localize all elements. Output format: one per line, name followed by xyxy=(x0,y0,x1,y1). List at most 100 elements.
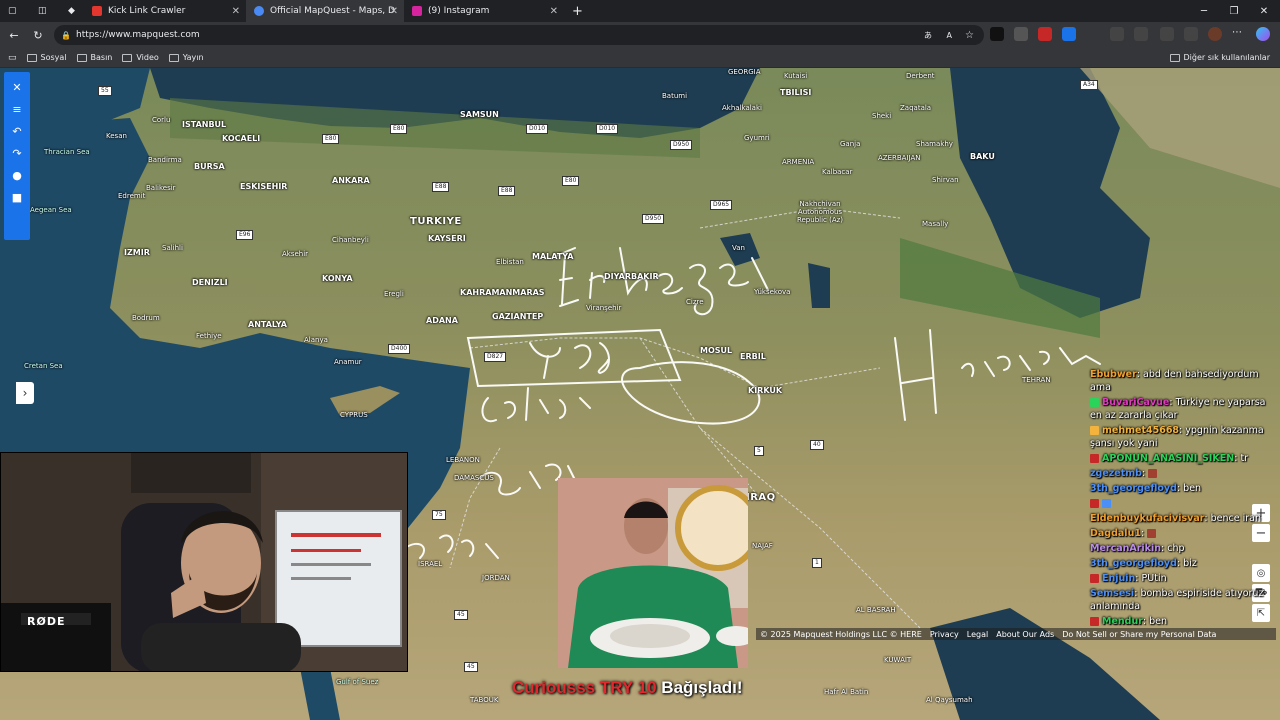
menu-icon[interactable]: ≡ xyxy=(8,98,26,120)
other-favorites[interactable]: Diğer sık kullanılanlar xyxy=(1169,53,1270,62)
city-label: Nakhchivan Autonomous Republic (Az) xyxy=(796,200,844,224)
country-label: GEORGIA xyxy=(728,68,761,76)
microphone-brand-logo: RØDE xyxy=(27,615,66,628)
privacy-link[interactable]: Privacy xyxy=(930,630,959,639)
city-label: Yüksekova xyxy=(754,288,791,296)
route-shield: 40 xyxy=(810,440,824,450)
back-icon[interactable]: ← xyxy=(2,23,26,47)
route-shield: 55 xyxy=(98,86,112,96)
translate-icon[interactable]: あ xyxy=(924,30,932,41)
redo-icon[interactable]: ↷ xyxy=(8,142,26,164)
bookmark-sosyal[interactable]: Sosyal xyxy=(26,53,67,62)
tab-actions-icon[interactable]: ◫ xyxy=(30,0,60,22)
close-tab-icon[interactable]: ✕ xyxy=(390,6,398,17)
chat-overlay: Ebubwer: abd den bahsediyordum ama Buvar… xyxy=(1090,368,1276,718)
refresh-icon[interactable]: ↻ xyxy=(26,23,50,47)
city-label: Salihli xyxy=(162,244,183,252)
city-label: TBILISI xyxy=(780,88,812,97)
close-tab-icon[interactable]: ✕ xyxy=(232,6,240,17)
address-bar: ← ↻ 🔒 https://www.mapquest.com ☆ A あ ⋯ xyxy=(0,22,1280,48)
close-window-button[interactable]: ✕ xyxy=(1248,0,1280,22)
city-label: Balikesir xyxy=(146,184,176,192)
copilot-icon[interactable] xyxy=(1256,27,1270,41)
city-label: SAMSUN xyxy=(460,110,499,119)
close-tab-icon[interactable]: ✕ xyxy=(550,6,558,17)
city-label: Derbent xyxy=(906,72,935,80)
country-label: AZERBAIJAN xyxy=(878,154,921,162)
route-shield: 45 xyxy=(454,610,468,620)
close-icon[interactable]: ✕ xyxy=(8,76,26,98)
more-menu-icon[interactable]: ⋯ xyxy=(1232,27,1246,41)
favorites-icon[interactable] xyxy=(1184,27,1198,41)
city-label: Elbistan xyxy=(496,258,524,266)
route-shield: 5 xyxy=(754,446,764,456)
tab-bar: ▢ ◫ ◆ Kick Link Crawler ✕ Official MapQu… xyxy=(0,0,1280,22)
favorite-star-icon[interactable]: ☆ xyxy=(965,30,974,41)
undo-icon[interactable]: ↶ xyxy=(8,120,26,142)
city-label: Hafr Al Batin xyxy=(824,688,869,696)
stop-icon[interactable]: ■ xyxy=(8,186,26,208)
city-label: TEHRAN xyxy=(1022,376,1051,384)
city-label: Anamur xyxy=(334,358,362,366)
minimize-button[interactable]: ─ xyxy=(1188,0,1220,22)
bookmark-yayin[interactable]: Yayın xyxy=(168,53,204,62)
read-aloud-icon[interactable]: A xyxy=(947,31,952,40)
extension-icon[interactable] xyxy=(1014,27,1028,41)
split-screen-icon[interactable] xyxy=(1160,27,1174,41)
camera-icon[interactable]: ● xyxy=(8,164,26,186)
city-label: Akhalkalaki xyxy=(722,104,762,112)
badge-icon xyxy=(1090,454,1099,463)
extensions-puzzle-icon[interactable] xyxy=(1134,27,1148,41)
about-ads-link[interactable]: About Our Ads xyxy=(996,630,1054,639)
chat-message: 3th_georgefloyd: ben xyxy=(1090,483,1202,494)
streamer-video xyxy=(1,453,407,671)
extension-icon[interactable] xyxy=(990,27,1004,41)
city-label: ISTANBUL xyxy=(182,120,227,129)
city-label: KONYA xyxy=(322,274,353,283)
city-label: Shamakhy xyxy=(916,140,953,148)
extension-icon[interactable] xyxy=(1110,27,1124,41)
city-label: Viranşehir xyxy=(586,304,622,312)
route-shield: E80 xyxy=(322,134,340,144)
route-shield: E96 xyxy=(236,230,254,240)
workspaces-icon[interactable]: ▢ xyxy=(0,0,30,22)
tab-instagram[interactable]: (9) Instagram ✕ xyxy=(404,0,564,22)
chat-message: APONUN_ANASINI_SIKEN: tr xyxy=(1090,452,1276,465)
city-label: Ganja xyxy=(840,140,861,148)
clip-video xyxy=(558,478,748,668)
pinned-tab-icon[interactable]: ◆ xyxy=(60,0,84,22)
city-label: ERBIL xyxy=(740,352,766,361)
country-label: TURKIYE xyxy=(410,216,462,227)
legal-link[interactable]: Legal xyxy=(967,630,988,639)
tab-kick-link-crawler[interactable]: Kick Link Crawler ✕ xyxy=(84,0,246,22)
route-shield: 1 xyxy=(812,558,822,568)
city-label: Bandirma xyxy=(148,156,182,164)
country-label: KUWAIT xyxy=(884,656,912,664)
route-shield: D950 xyxy=(670,140,693,150)
bookmark-video[interactable]: Video xyxy=(122,53,159,62)
folder-icon xyxy=(1169,53,1180,62)
city-label: Cizre xyxy=(686,298,704,306)
bookmark-basin[interactable]: Basın xyxy=(76,53,112,62)
maximize-button[interactable]: ❐ xyxy=(1218,0,1250,22)
chat-message: MercanArikin: chp xyxy=(1090,543,1185,554)
city-label: Kalbacar xyxy=(822,168,853,176)
city-label: Bodrum xyxy=(132,314,160,322)
profile-avatar[interactable] xyxy=(1208,27,1222,41)
expand-panel-button[interactable]: › xyxy=(16,382,34,404)
tab-mapquest[interactable]: Official MapQuest - Maps, D ✕ xyxy=(246,0,404,22)
city-label: BAKU xyxy=(970,152,995,161)
city-label: Batumi xyxy=(662,92,688,100)
extension-icon[interactable] xyxy=(1038,27,1052,41)
route-shield: D010 xyxy=(596,124,619,134)
route-shield: E80 xyxy=(390,124,408,134)
url-input[interactable]: 🔒 https://www.mapquest.com ☆ A あ xyxy=(54,25,984,45)
city-label: GAZIANTEP xyxy=(492,312,544,321)
extension-icon[interactable] xyxy=(1062,27,1076,41)
city-label: Masally xyxy=(922,220,949,228)
drawing-toolbar: ✕ ≡ ↶ ↷ ● ■ xyxy=(4,72,30,240)
folder-icon xyxy=(76,53,87,62)
new-tab-button[interactable]: + xyxy=(564,0,588,22)
bookmark-sidebar-icon[interactable]: ▭ xyxy=(8,53,17,63)
chat-message: 3th_georgefloyd: biz xyxy=(1090,558,1197,569)
